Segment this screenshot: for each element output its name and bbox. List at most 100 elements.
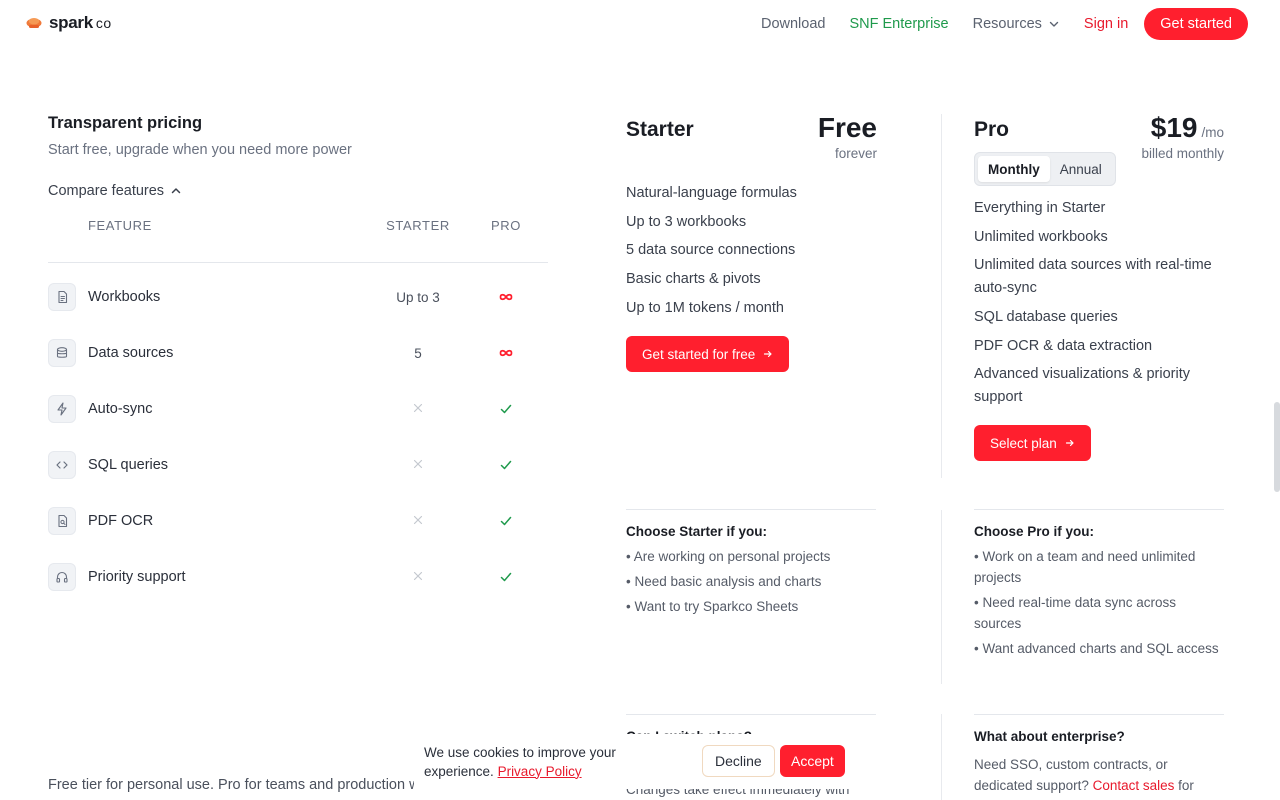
pro-price-unit: /mo: [1201, 125, 1224, 140]
database-icon: [48, 339, 76, 367]
nav-links: Download SNF Enterprise Resources Sign i…: [737, 8, 1248, 40]
contact-sales-link[interactable]: Contact sales: [1093, 778, 1175, 793]
pricing-compare-section: Transparent pricing Start free, upgrade …: [48, 114, 548, 605]
feature-row: Data sources 5: [48, 325, 548, 381]
starter-value: Up to 3: [396, 289, 440, 305]
scrollbar[interactable]: [1272, 402, 1280, 492]
feature-name: PDF OCR: [88, 513, 154, 529]
pricing-subtitle: Start free, upgrade when you need more p…: [48, 142, 352, 158]
feature-name: Workbooks: [88, 289, 161, 305]
feature-cell: PDF OCR: [48, 507, 348, 535]
pricing-title: Transparent pricing: [48, 114, 203, 132]
feature-row: PDF OCR: [48, 493, 548, 549]
arrow-right-icon: [764, 351, 772, 358]
starter-feature: Natural-language formulas: [626, 185, 797, 201]
scrollbar-thumb[interactable]: [1274, 402, 1280, 492]
faq-enterprise-text: Need SSO, custom contracts, or dedicated…: [974, 754, 1224, 796]
pro-price: $19/mo: [1151, 112, 1224, 144]
accept-cookies-button[interactable]: Accept: [780, 745, 845, 777]
pro-price-amount: $19: [1150, 112, 1198, 143]
header-pro: PRO: [491, 218, 521, 233]
logo-suffix: co: [95, 15, 112, 31]
starter-price-note: forever: [834, 146, 877, 161]
nav-link-enterprise[interactable]: SNF Enterprise: [849, 16, 948, 32]
logo[interactable]: spark co: [26, 13, 112, 33]
starter-value: [348, 514, 488, 529]
code-icon: [48, 451, 76, 479]
choose-pro-bullet: • Want advanced charts and SQL access: [974, 641, 1219, 656]
cross-icon: [413, 459, 423, 468]
headphones-icon: [48, 563, 76, 591]
starter-feature: Basic charts & pivots: [626, 271, 761, 288]
feature-name: Priority support: [88, 569, 186, 585]
check-icon: [500, 460, 512, 470]
pro-value: [488, 348, 524, 358]
choose-starter-bullet: • Want to try Sparkco Sheets: [626, 599, 799, 614]
feature-cell: Workbooks: [48, 283, 348, 311]
cookie-banner: We use cookies to improve your experienc…: [414, 734, 864, 789]
compare-features-toggle[interactable]: Compare features: [48, 183, 548, 199]
top-nav: spark co Download SNF Enterprise Resource…: [0, 0, 1280, 48]
cookie-text: We use cookies to improve your experienc…: [424, 743, 634, 781]
feature-row: Priority support: [48, 549, 548, 605]
starter-price: Free: [817, 112, 877, 143]
feature-cell: Auto-sync: [48, 395, 348, 423]
feature-name: SQL queries: [88, 457, 169, 473]
check-icon: [500, 404, 512, 414]
choose-starter-block: Choose Starter if you: • Are working on …: [626, 509, 876, 621]
check-icon: [500, 516, 512, 526]
pro-price-note: billed monthly: [1141, 146, 1224, 161]
starter-feature: 5 data source connections: [626, 242, 796, 259]
privacy-policy-link[interactable]: Privacy Policy: [498, 764, 582, 779]
feature-cell: Data sources: [48, 339, 348, 367]
get-started-free-label: Get started for free: [642, 346, 756, 362]
pro-feature: Advanced visualizations & priority suppo…: [974, 366, 1190, 406]
header-starter: STARTER: [386, 218, 450, 233]
pro-value: [488, 292, 524, 302]
get-started-free-button[interactable]: Get started for free: [626, 336, 790, 373]
pro-feature: SQL database queries: [974, 309, 1118, 326]
feature-name: Auto-sync: [88, 401, 153, 417]
decline-cookies-button[interactable]: Decline: [702, 745, 775, 777]
arrow-right-icon: [1065, 440, 1074, 447]
column-divider: [941, 714, 942, 800]
pro-feature: Unlimited workbooks: [974, 228, 1108, 245]
select-plan-label: Select plan: [990, 435, 1057, 451]
pro-feature: PDF OCR & data extraction: [974, 337, 1153, 354]
nav-link-resources[interactable]: Resources: [973, 16, 1060, 32]
feature-row: Auto-sync: [48, 381, 548, 437]
cross-icon: [413, 571, 423, 580]
starter-feature-list: Natural-language formulas Up to 3 workbo…: [626, 182, 877, 320]
header-feature: FEATURE: [88, 218, 152, 233]
starter-feature: Up to 1M tokens / month: [626, 299, 784, 316]
starter-value: 5: [414, 345, 422, 361]
choose-pro-title: Choose Pro if you:: [974, 524, 1095, 539]
nav-link-download[interactable]: Download: [761, 16, 826, 32]
billing-period-toggle: Monthly Annual: [974, 152, 1116, 186]
infinity-icon: [499, 349, 513, 357]
column-divider: [941, 114, 942, 478]
starter-value: [348, 402, 488, 417]
compare-features-label: Compare features: [48, 183, 165, 199]
feature-row: SQL queries: [48, 437, 548, 493]
pro-value: [488, 570, 524, 584]
faq-enterprise-text-after: for: [1178, 778, 1194, 793]
faq-enterprise-title: What about enterprise?: [974, 729, 1125, 744]
nav-link-signin[interactable]: Sign in: [1084, 16, 1128, 32]
infinity-icon: [499, 293, 513, 301]
feature-cell: SQL queries: [48, 451, 348, 479]
billing-annual-option[interactable]: Annual: [1050, 156, 1112, 182]
pro-feature-list: Everything in Starter Unlimited workbook…: [974, 197, 1224, 409]
pro-feature: Unlimited data sources with real-time au…: [974, 257, 1212, 297]
choose-starter-title: Choose Starter if you:: [626, 524, 768, 539]
logo-icon: [26, 18, 42, 28]
chevron-up-icon: [171, 188, 181, 194]
chevron-down-icon: [1049, 21, 1059, 27]
choose-pro-bullet: • Need real-time data sync across source…: [974, 595, 1177, 631]
starter-feature: Up to 3 workbooks: [626, 213, 747, 230]
select-plan-button[interactable]: Select plan: [974, 425, 1091, 462]
cross-icon: [413, 403, 423, 412]
billing-monthly-option[interactable]: Monthly: [978, 156, 1050, 182]
get-started-button[interactable]: Get started: [1144, 8, 1248, 40]
pro-plan-card: Pro $19/mo billed monthly Monthly Annual…: [974, 112, 1224, 462]
